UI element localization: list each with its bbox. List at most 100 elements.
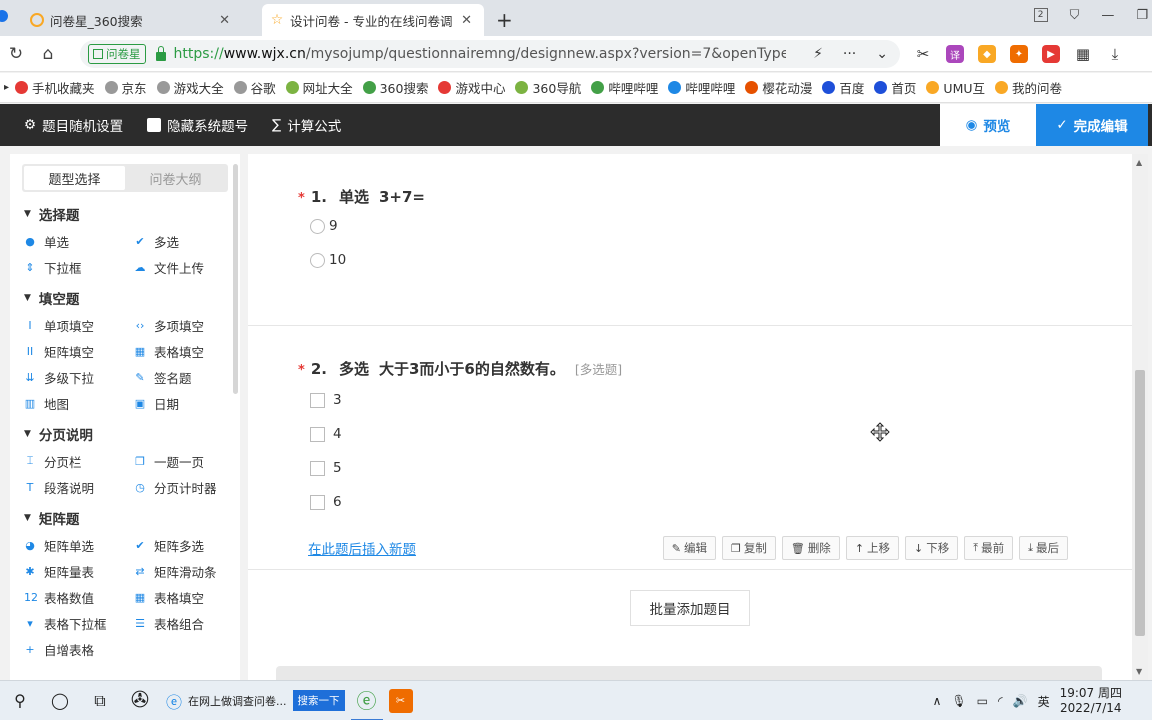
maximize-icon[interactable]: ❐ <box>1136 8 1148 23</box>
search-once-button[interactable]: 搜索一下 <box>292 690 345 711</box>
question-action-button[interactable]: ✎ 编辑 <box>662 536 716 560</box>
sidebar-item[interactable]: ▾ 表格下拉框 <box>24 610 134 636</box>
checkbox-option[interactable]: 3 <box>310 392 342 408</box>
checkbox-icon[interactable] <box>310 460 325 476</box>
search-icon[interactable]: ⚲ <box>0 681 40 720</box>
tab-question-types[interactable]: 题型选择 <box>24 166 125 190</box>
bookmark-item[interactable]: 网址大全 <box>285 78 353 97</box>
sidebar-item[interactable]: I 单项填空 <box>24 312 134 338</box>
hide-numbers-toggle[interactable]: 隐藏系统题号 <box>147 115 248 135</box>
question-block-1[interactable]: * 1. 单选 3+7= 9 10 <box>248 154 1132 326</box>
finish-edit-button[interactable]: ✓ 完成编辑 <box>1036 104 1148 146</box>
checkbox-option[interactable]: 4 <box>310 426 342 442</box>
sidebar-item[interactable]: ▥ 地图 <box>24 390 134 416</box>
sidebar-item[interactable]: 12 表格数值 <box>24 584 134 610</box>
sidebar-group-title[interactable]: ▼ 矩阵题 <box>10 504 240 532</box>
formula-button[interactable]: ∑ 计算公式 <box>272 115 341 135</box>
collapse-triangle-icon[interactable]: ▼ <box>24 209 31 219</box>
checkbox-icon[interactable] <box>310 426 325 442</box>
bookmark-item[interactable]: 360导航 <box>515 78 581 97</box>
bookmark-item[interactable]: 手机收藏夹 <box>15 78 95 97</box>
checkbox-option[interactable]: 6 <box>310 494 342 510</box>
checkbox-icon[interactable] <box>310 494 325 510</box>
sidebar-item[interactable]: ▣ 日期 <box>134 390 240 416</box>
sidebar-item[interactable]: ⇕ 下拉框 <box>24 254 134 280</box>
close-tab-icon[interactable]: ✕ <box>457 13 476 28</box>
sidebar-scrollbar[interactable] <box>233 164 238 394</box>
lightning-icon[interactable]: ⚡ <box>813 46 823 62</box>
scissors-icon[interactable]: ✂ <box>914 45 932 63</box>
tab-search[interactable]: 问卷星_360搜索 ✕ <box>22 4 242 36</box>
ime-indicator[interactable]: 英 <box>1038 693 1050 710</box>
sidebar-item[interactable]: ◕ 矩阵单选 <box>24 532 134 558</box>
radio-icon[interactable] <box>310 252 325 268</box>
bookmark-item[interactable]: 360搜索 <box>362 78 428 97</box>
game-icon[interactable]: ✦ <box>1010 45 1028 63</box>
radio-option[interactable]: 10 <box>310 252 346 268</box>
sidebar-item[interactable]: ⇄ 矩阵滑动条 <box>134 558 240 584</box>
sidebar-item[interactable]: T 段落说明 <box>24 474 134 500</box>
taskbar-360-browser[interactable]: ⓔ <box>350 681 383 720</box>
sidebar-item[interactable]: ✔ 矩阵多选 <box>134 532 240 558</box>
volume-icon[interactable]: 🔊 <box>1013 694 1028 708</box>
scroll-down-icon[interactable]: ▼ <box>1136 667 1142 676</box>
question-action-button[interactable]: 🗑 删除 <box>781 536 840 560</box>
new-tab-button[interactable]: + <box>496 4 513 36</box>
checkbox-icon[interactable] <box>310 392 325 408</box>
insert-question-link[interactable]: 在此题后插入新题 <box>308 538 416 558</box>
refresh-icon[interactable]: ↻ <box>0 44 32 64</box>
sidebar-item[interactable]: + 自增表格 <box>24 636 134 662</box>
taskbar-tool-app[interactable]: ✂ <box>383 681 419 720</box>
radio-icon[interactable] <box>310 218 325 234</box>
bookmark-item[interactable]: 游戏中心 <box>438 78 505 97</box>
tab-count-icon[interactable]: 2 <box>1033 8 1048 22</box>
chevron-up-icon[interactable]: ∧ <box>933 694 942 708</box>
taskbar-browser-window[interactable]: ⓔ 在网上做调查问卷... <box>160 681 293 720</box>
bookmark-item[interactable]: 哔哩哔哩 <box>668 78 735 97</box>
wifi-icon[interactable]: ◜ <box>998 694 1003 708</box>
radio-option[interactable]: 9 <box>310 218 338 234</box>
sidebar-item[interactable]: ✎ 签名题 <box>134 364 240 390</box>
bookmark-item[interactable]: 我的问卷 <box>995 78 1062 97</box>
checkbox-icon[interactable] <box>147 118 162 132</box>
bookmarks-expand-icon[interactable]: ▸ <box>4 82 9 93</box>
sidebar-item[interactable]: ▦ 表格填空 <box>134 338 240 364</box>
scroll-up-icon[interactable]: ▲ <box>1136 158 1142 167</box>
bookmark-item[interactable]: 谷歌 <box>233 78 276 97</box>
download-icon[interactable]: ⤓ <box>1106 45 1124 63</box>
checkbox-option[interactable]: 5 <box>310 460 342 476</box>
home-icon[interactable]: ⌂ <box>32 44 64 64</box>
collapse-triangle-icon[interactable]: ▼ <box>24 293 31 303</box>
sidebar-item[interactable]: II 矩阵填空 <box>24 338 134 364</box>
bookmark-item[interactable]: 百度 <box>822 78 864 97</box>
sidebar-item[interactable]: ❐ 一题一页 <box>134 448 240 474</box>
sidebar-item[interactable]: ⇊ 多级下拉 <box>24 364 134 390</box>
microphone-icon[interactable]: 🎙 <box>951 694 966 708</box>
bookmark-item[interactable]: 京东 <box>104 78 147 97</box>
video-icon[interactable]: ▶ <box>1042 45 1060 63</box>
random-settings-button[interactable]: ⚙ 题目随机设置 <box>24 115 123 135</box>
sidebar-item[interactable]: ☁ 文件上传 <box>134 254 240 280</box>
close-tab-icon[interactable]: ✕ <box>215 13 234 28</box>
apps-grid-icon[interactable]: ▦ <box>1074 45 1092 63</box>
preview-button[interactable]: ◉ 预览 <box>940 104 1036 146</box>
collapse-triangle-icon[interactable]: ▼ <box>24 513 31 523</box>
shirt-icon[interactable]: ⛉ <box>1070 8 1080 23</box>
collapse-triangle-icon[interactable]: ▼ <box>24 429 31 439</box>
question-action-button[interactable]: ↓ 下移 <box>905 536 959 560</box>
minimize-icon[interactable]: — <box>1101 8 1114 23</box>
question-action-button[interactable]: ⤒ 最前 <box>964 536 1014 560</box>
shield-icon[interactable]: ◆ <box>978 45 996 63</box>
sidebar-item[interactable]: ☰ 表格组合 <box>134 610 240 636</box>
sidebar-item[interactable]: ▦ 表格填空 <box>134 584 240 610</box>
bookmark-item[interactable]: 游戏大全 <box>156 78 224 97</box>
sidebar-group-title[interactable]: ▼ 填空题 <box>10 284 240 312</box>
bookmark-item[interactable]: UMU互 <box>926 78 985 97</box>
cortana-icon[interactable]: ◯ <box>40 681 80 720</box>
translate-icon[interactable]: 译 <box>946 45 964 63</box>
tab-design[interactable]: ☆ 设计问卷 - 专业的在线问卷调 ✕ <box>262 4 484 36</box>
clock[interactable]: 19:07 周四 2022/7/14 <box>1060 686 1122 716</box>
question-action-button[interactable]: ⤓ 最后 <box>1019 536 1068 560</box>
main-scrollbar[interactable]: ▲ ▼ <box>1132 154 1148 680</box>
batch-add-button[interactable]: 批量添加题目 <box>630 590 750 626</box>
